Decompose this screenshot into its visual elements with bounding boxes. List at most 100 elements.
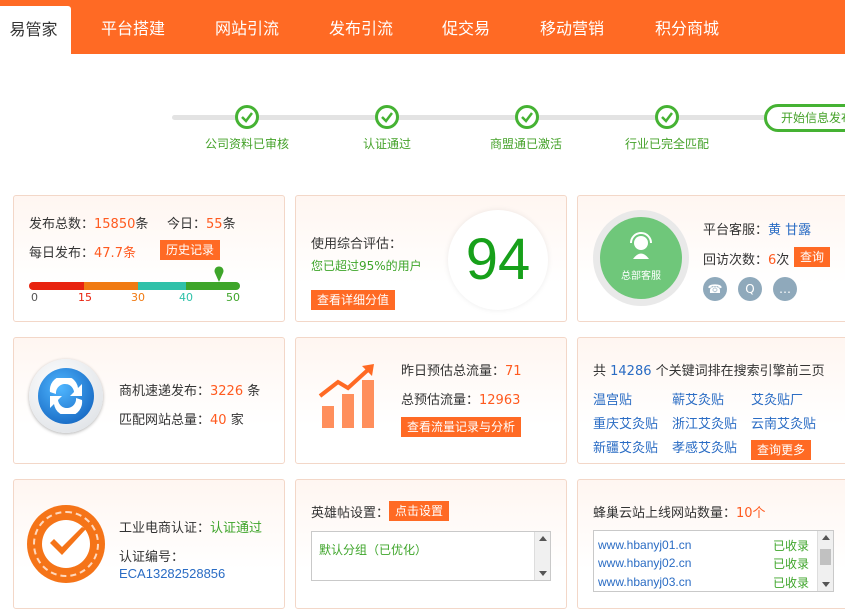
total-publish-label: 发布总数：: [29, 217, 95, 232]
yesterday-traffic-label: 昨日预估总流量：: [401, 364, 506, 379]
phone-icon[interactable]: ☎: [703, 277, 727, 301]
hero-setting-label: 英雄帖设置：: [311, 506, 390, 521]
keyword-link[interactable]: 温宫贴: [593, 389, 632, 408]
express-publish-label: 商机速递发布：: [119, 384, 211, 399]
scroll-down-icon[interactable]: [822, 582, 830, 587]
total-publish-unit: 条: [135, 217, 149, 232]
certification-number-label: 认证编号：: [119, 550, 185, 565]
scroll-up-icon[interactable]: [539, 536, 547, 541]
today-value: 55: [206, 217, 223, 232]
total-traffic-label: 总预估流量：: [401, 393, 480, 408]
cloud-scrollbar[interactable]: [817, 531, 833, 591]
qq-icon[interactable]: Q: [738, 277, 762, 301]
keywords-prefix: 共: [593, 364, 611, 379]
keyword-link[interactable]: 云南艾灸贴: [751, 413, 816, 432]
avatar-label: 总部客服: [621, 271, 661, 282]
check-icon: [235, 105, 259, 129]
daily-publish-value: 47.7条: [94, 246, 136, 261]
keyword-link[interactable]: 新疆艾灸贴: [593, 437, 658, 456]
check-icon: [515, 105, 539, 129]
cloud-site-status: 已收录: [773, 557, 810, 571]
cloud-site-url[interactable]: www.hbanyj01.cn: [598, 538, 691, 552]
today-unit: 条: [222, 217, 236, 232]
step-label-company-reviewed: 公司资料已审核: [205, 137, 290, 151]
scale-tick-15: 15: [78, 291, 92, 304]
visits-query-button[interactable]: 查询: [794, 247, 831, 267]
chat-icon[interactable]: …: [773, 277, 797, 301]
scale-segment-teal: [138, 282, 186, 290]
agent-label: 平台客服：: [703, 223, 769, 238]
daily-publish-label: 每日发布：: [29, 246, 95, 261]
avatar: 总部客服: [600, 217, 682, 299]
scale-segment-orange: [84, 282, 138, 290]
hero-scrollbar[interactable]: [534, 532, 550, 580]
headset-icon: [630, 232, 652, 259]
level-marker-icon: [214, 266, 224, 282]
keyword-link[interactable]: 蕲艾灸贴: [672, 389, 724, 408]
check-icon: [655, 105, 679, 129]
keyword-link[interactable]: 艾灸贴厂: [751, 389, 803, 408]
scroll-up-icon[interactable]: [822, 535, 830, 540]
cloud-count: 10个: [736, 506, 766, 521]
start-publish-button[interactable]: 开始信息发布: [764, 104, 845, 132]
express-match-value: 40: [210, 413, 227, 428]
scale-tick-0: 0: [31, 291, 38, 304]
query-more-button[interactable]: 查询更多: [751, 440, 812, 460]
total-publish-value: 15850: [94, 217, 136, 232]
express-match-label: 匹配网站总量：: [119, 413, 211, 428]
keywords-suffix: 个关键词排在搜索引擎前三页: [651, 364, 825, 379]
scale-tick-50: 50: [226, 291, 240, 304]
step-label-industry-matched: 行业已完全匹配: [625, 137, 710, 151]
tab-points-mall[interactable]: 积分商城: [642, 0, 732, 54]
check-icon: [375, 105, 399, 129]
keyword-link[interactable]: 孝感艾灸贴: [672, 437, 737, 456]
cloud-site-status: 已收录: [773, 576, 810, 590]
scroll-down-icon[interactable]: [539, 571, 547, 576]
avatar-ring: 总部客服: [593, 210, 689, 306]
step-label-certified: 认证通过: [363, 137, 412, 151]
express-publish-unit: 条: [243, 384, 261, 399]
visits-label: 回访次数：: [703, 253, 769, 268]
tab-site-traffic[interactable]: 网站引流: [202, 0, 292, 54]
visits-unit: 次: [776, 253, 790, 268]
scale-tick-40: 40: [179, 291, 193, 304]
keyword-link[interactable]: 重庆艾灸贴: [593, 413, 658, 432]
tab-yiguanjia[interactable]: 易管家: [0, 6, 71, 54]
yesterday-traffic-value: 71: [505, 364, 522, 379]
evaluation-label: 使用综合评估：: [311, 237, 403, 252]
scale-segment-green: [186, 282, 240, 290]
certification-label: 工业电商认证：: [119, 521, 211, 536]
express-match-unit: 家: [226, 413, 244, 428]
keyword-link[interactable]: 浙江艾灸贴: [672, 413, 737, 432]
history-button[interactable]: 历史记录: [160, 240, 221, 260]
keywords-count: 14286: [610, 364, 652, 379]
express-logo-icon: [29, 359, 103, 433]
total-traffic-value: 12963: [479, 393, 521, 408]
tab-platform-build[interactable]: 平台搭建: [88, 0, 178, 54]
hero-setting-button[interactable]: 点击设置: [389, 501, 450, 521]
step-label-alliance-activated: 商盟通已激活: [490, 137, 563, 151]
evaluation-score: 94: [448, 210, 548, 310]
cloud-label: 蜂巢云站上线网站数量：: [593, 506, 737, 521]
hero-group-option[interactable]: 默认分组（已优化）: [319, 541, 427, 558]
certification-status: 认证通过: [210, 521, 263, 536]
tab-mobile-marketing[interactable]: 移动营销: [527, 0, 617, 54]
cloud-site-url[interactable]: www.hbanyj03.cn: [598, 575, 691, 589]
certification-number-value: ECA13282528856: [119, 566, 226, 581]
evaluation-desc: 您已超过95%的用户: [311, 259, 422, 273]
cloud-site-status: 已收录: [773, 539, 810, 553]
today-label: 今日：: [167, 217, 207, 232]
tab-promote-trade[interactable]: 促交易: [430, 0, 502, 54]
top-nav: 易管家 平台搭建 网站引流 发布引流 促交易 移动营销 积分商城: [0, 0, 845, 54]
scale-segment-red: [29, 282, 84, 290]
certification-seal-icon: [27, 505, 105, 583]
progress-line: [172, 115, 845, 120]
traffic-analysis-button[interactable]: 查看流量记录与分析: [401, 417, 522, 437]
scroll-thumb[interactable]: [820, 549, 831, 565]
view-detail-score-button[interactable]: 查看详细分值: [311, 290, 396, 310]
agent-name: 黄 甘露: [768, 223, 812, 238]
scale-tick-30: 30: [131, 291, 145, 304]
tab-publish-traffic[interactable]: 发布引流: [316, 0, 406, 54]
cloud-site-url[interactable]: www.hbanyj02.cn: [598, 556, 691, 570]
hero-group-listbox[interactable]: 默认分组（已优化）: [311, 531, 551, 581]
